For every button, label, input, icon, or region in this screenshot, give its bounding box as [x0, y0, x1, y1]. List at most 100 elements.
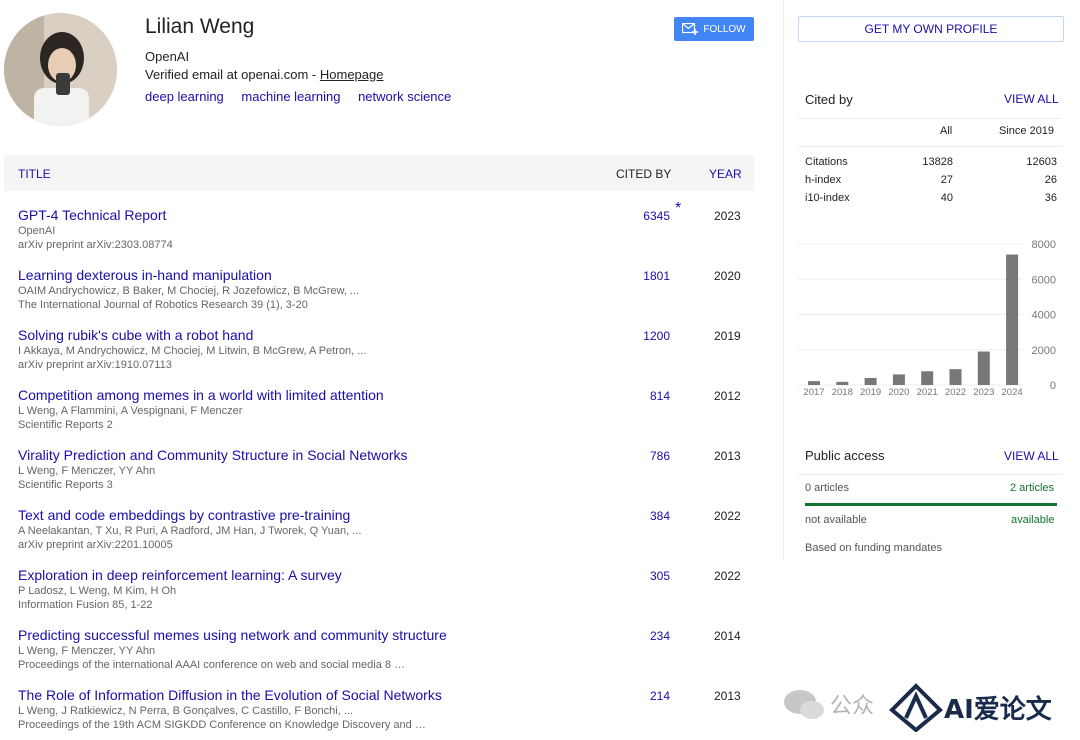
stat-all: 13828 [922, 156, 953, 168]
article-cited-count[interactable]: 384 [650, 509, 670, 523]
get-my-own-profile-button[interactable]: GET MY OWN PROFILE [798, 16, 1064, 42]
not-available-label: not available [805, 514, 867, 526]
follow-button[interactable]: FOLLOW [674, 17, 754, 41]
article-title[interactable]: Text and code embeddings by contrastive … [18, 507, 350, 523]
bar-2021[interactable] [921, 371, 934, 385]
article-row: Competition among memes in a world with … [4, 380, 754, 440]
article-cited-count[interactable]: 1801 [643, 269, 670, 283]
article-title[interactable]: GPT-4 Technical Report [18, 207, 166, 223]
profile-email-line: Verified email at openai.com - Homepage [145, 67, 383, 82]
profile-affiliation: OpenAI [145, 49, 190, 64]
article-cited-count[interactable]: 814 [650, 389, 670, 403]
article-row: Exploration in deep reinforcement learni… [4, 560, 754, 620]
stat-label: i10-index [805, 192, 850, 204]
article-cited-count[interactable]: 786 [650, 449, 670, 463]
x-tick-label: 2023 [973, 387, 994, 398]
article-row: Learning dexterous in-hand manipulation … [4, 260, 754, 320]
article-authors: P Ladosz, L Weng, M Kim, H Oh [18, 585, 177, 597]
article-year: 2013 [714, 689, 741, 703]
bar-2019[interactable] [864, 377, 877, 385]
wechat-icon [784, 690, 824, 719]
watermark-text-a: 公众 [830, 694, 874, 719]
stat-row-i10-index: i10-index 40 36 [805, 192, 1057, 210]
bar-2023[interactable] [977, 351, 990, 385]
divider [798, 474, 1062, 475]
article-authors: L Weng, J Ratkiewicz, N Perra, B Gonçalv… [18, 705, 354, 717]
stat-since: 26 [1044, 174, 1057, 186]
article-title[interactable]: The Role of Information Diffusion in the… [18, 687, 442, 703]
article-venue: arXiv preprint arXiv:2303.08774 [18, 239, 173, 251]
article-year: 2020 [714, 269, 741, 283]
homepage-link[interactable]: Homepage [320, 67, 384, 82]
stat-row-citations: Citations 13828 12603 [805, 156, 1057, 174]
article-year: 2013 [714, 449, 741, 463]
stats-col-since: Since 2019 [999, 125, 1055, 137]
wechat-watermark: 公众 AI爱论文 [784, 683, 1053, 732]
stat-since: 36 [1044, 192, 1057, 204]
profile-avatar [4, 13, 117, 126]
article-title[interactable]: Predicting successful memes using networ… [18, 627, 447, 643]
cited-by-title: Cited by [805, 92, 853, 107]
public-access-title: Public access [805, 448, 885, 463]
article-row: Text and code embeddings by contrastive … [4, 500, 754, 560]
verified-email-text: Verified email at openai.com - [145, 67, 320, 82]
article-venue: Scientific Reports 3 [18, 479, 113, 491]
article-cited-count[interactable]: 305 [650, 569, 670, 583]
bar-2018[interactable] [836, 381, 849, 385]
available-count[interactable]: 2 articles [1010, 482, 1054, 494]
interest-machine-learning[interactable]: machine learning [241, 89, 340, 104]
divider [798, 146, 1062, 147]
article-authors: OpenAI [18, 225, 56, 237]
x-tick-label: 2022 [945, 387, 966, 398]
article-authors: I Akkaya, M Andrychowicz, M Chociej, M L… [18, 345, 367, 357]
citations-per-year-chart: 0 2000 4000 6000 8000 2017 2018 2019 2020 2021 202… [798, 239, 1056, 398]
bar-2020[interactable] [892, 374, 905, 385]
article-year: 2023 [714, 209, 741, 223]
sort-by-cited[interactable]: CITED BY [616, 167, 671, 181]
x-tick-label: 2020 [888, 387, 909, 398]
articles-list: GPT-4 Technical Report OpenAI arXiv prep… [4, 200, 754, 740]
article-authors: OAIM Andrychowicz, B Baker, M Chociej, R… [18, 285, 360, 297]
stat-all: 27 [940, 174, 953, 186]
public-access-view-all[interactable]: VIEW ALL [1004, 449, 1059, 463]
article-cited-count[interactable]: 214 [650, 689, 670, 703]
article-title[interactable]: Solving rubik's cube with a robot hand [18, 327, 253, 343]
merged-citations-star: * [675, 200, 682, 217]
bar-2024[interactable] [1006, 254, 1019, 385]
mail-plus-icon [682, 23, 699, 35]
sort-by-year[interactable]: YEAR [709, 167, 742, 181]
articles-table-header: TITLE CITED BY YEAR [4, 155, 754, 191]
article-cited-count[interactable]: 1200 [643, 329, 670, 343]
x-tick-label: 2018 [832, 387, 853, 398]
divider [798, 118, 1062, 119]
interest-deep-learning[interactable]: deep learning [145, 89, 224, 104]
bar-2017[interactable] [808, 381, 820, 385]
article-row: Predicting successful memes using networ… [4, 620, 754, 680]
sort-by-title[interactable]: TITLE [18, 167, 51, 181]
bar-2022[interactable] [949, 369, 962, 385]
stat-row-h-index: h-index 27 26 [805, 174, 1057, 192]
article-title[interactable]: Virality Prediction and Community Struct… [18, 447, 408, 463]
watermark-text-b: AI爱论文 [944, 694, 1053, 725]
article-title[interactable]: Exploration in deep reinforcement learni… [18, 567, 342, 583]
article-title[interactable]: Learning dexterous in-hand manipulation [18, 267, 272, 283]
article-authors: L Weng, F Menczer, YY Ahn [18, 465, 156, 477]
article-venue: Scientific Reports 2 [18, 419, 113, 431]
article-authors: L Weng, F Menczer, YY Ahn [18, 645, 156, 657]
article-row: GPT-4 Technical Report OpenAI arXiv prep… [4, 200, 754, 260]
article-cited-count[interactable]: 234 [650, 629, 670, 643]
y-tick-label: 2000 [1032, 345, 1056, 357]
stat-all: 40 [940, 192, 953, 204]
x-tick-label: 2021 [917, 387, 938, 398]
cited-by-view-all[interactable]: VIEW ALL [1004, 92, 1059, 106]
article-title[interactable]: Competition among memes in a world with … [18, 387, 384, 403]
stats-col-all: All [940, 125, 953, 137]
article-cited-count[interactable]: 6345 [643, 209, 670, 223]
public-access-bar [805, 503, 1057, 506]
article-row: Solving rubik's cube with a robot hand I… [4, 320, 754, 380]
available-label: available [1011, 514, 1055, 526]
article-row: The Role of Information Diffusion in the… [4, 680, 754, 740]
article-year: 2014 [714, 629, 741, 643]
not-available-count[interactable]: 0 articles [805, 482, 849, 494]
interest-network-science[interactable]: network science [358, 89, 451, 104]
